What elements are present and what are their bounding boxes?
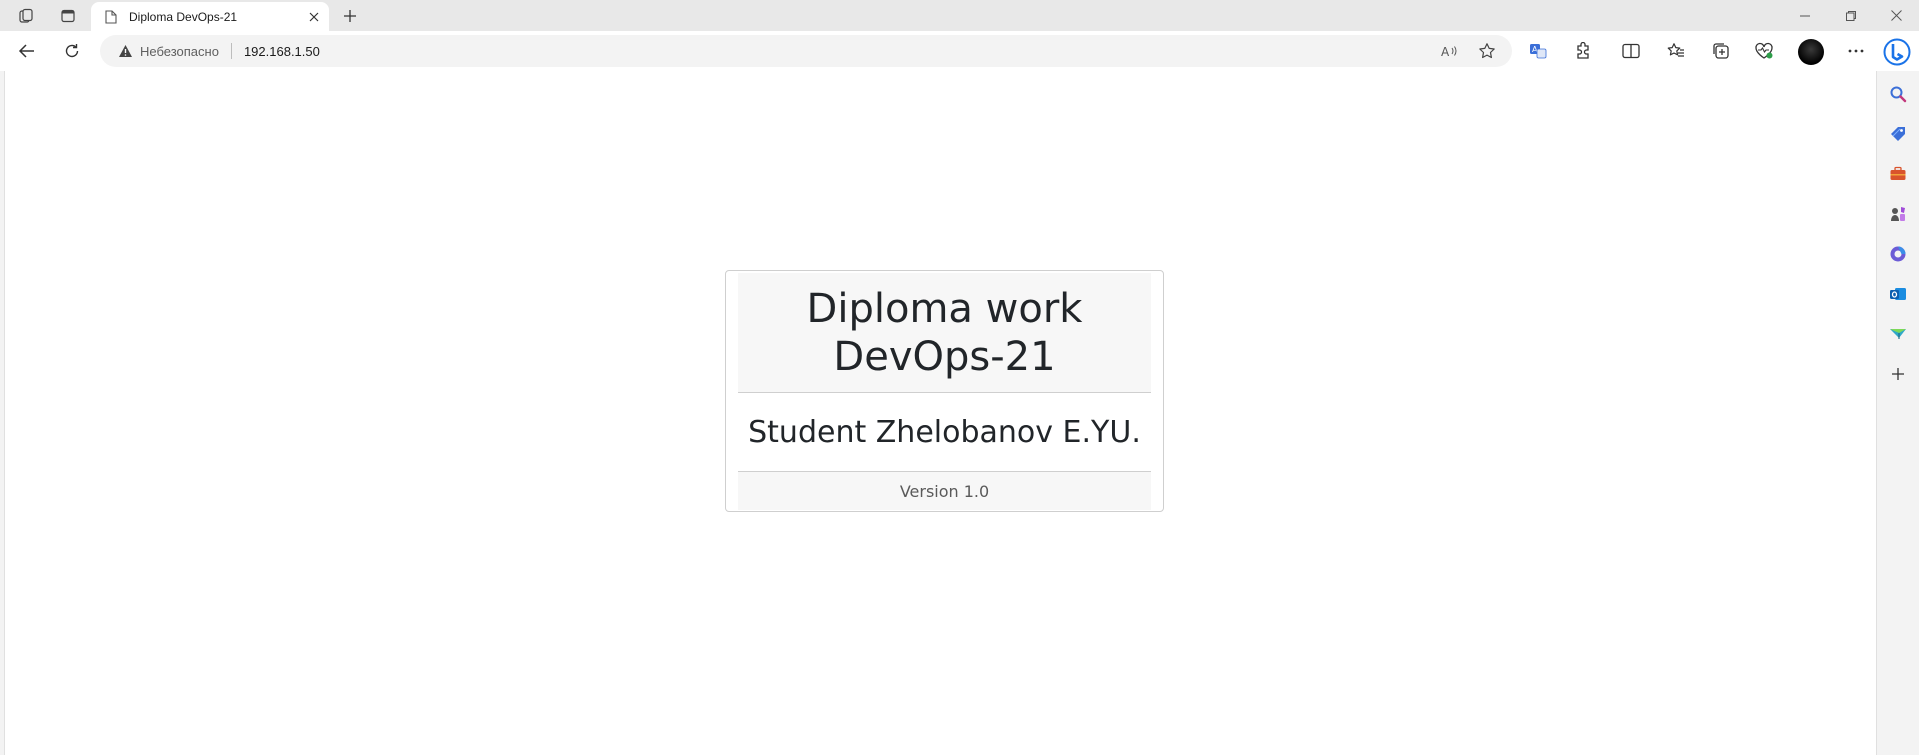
restore-icon[interactable]	[1828, 0, 1874, 31]
back-icon[interactable]	[12, 37, 42, 65]
search-icon[interactable]	[1884, 80, 1912, 108]
page-viewport: Diploma work DevOps-21 Student Zhelobano…	[4, 71, 1877, 755]
office-icon[interactable]	[1884, 240, 1912, 268]
page-title-line2: DevOps-21	[833, 333, 1056, 380]
profile-avatar[interactable]	[1798, 39, 1824, 65]
refresh-icon[interactable]	[57, 37, 87, 65]
minimize-icon[interactable]	[1782, 0, 1828, 31]
shopping-icon[interactable]	[1884, 120, 1912, 148]
browser-essentials-icon[interactable]	[1749, 37, 1779, 65]
split-screen-icon[interactable]	[1616, 37, 1646, 65]
url-text[interactable]: 192.168.1.50	[244, 44, 320, 59]
separator	[230, 43, 232, 59]
outlook-icon[interactable]	[1884, 280, 1912, 308]
tab-title: Diploma DevOps-21	[129, 10, 238, 24]
warning-icon[interactable]	[117, 43, 133, 59]
card-footer: Version 1.0	[738, 472, 1151, 510]
address-bar[interactable]: Небезопасно 192.168.1.50 A	[100, 35, 1512, 67]
copilot-icon[interactable]	[1882, 37, 1912, 67]
edge-sidebar	[1877, 71, 1919, 755]
translate-icon[interactable]: A	[1523, 37, 1553, 65]
diploma-card: Diploma work DevOps-21 Student Zhelobano…	[725, 270, 1164, 512]
active-tab[interactable]: Diploma DevOps-21	[91, 2, 329, 32]
browser-toolbar: Небезопасно 192.168.1.50 A A	[0, 31, 1919, 71]
card-body: Student Zhelobanov E.YU.	[738, 393, 1151, 472]
add-icon[interactable]	[1884, 360, 1912, 388]
svg-text:A: A	[1441, 45, 1450, 58]
card-header: Diploma work DevOps-21	[738, 273, 1151, 393]
workspaces-icon[interactable]	[13, 5, 39, 27]
games-icon[interactable]	[1884, 200, 1912, 228]
extensions-icon[interactable]	[1568, 37, 1598, 65]
tools-icon[interactable]	[1884, 160, 1912, 188]
collections-icon[interactable]	[1706, 37, 1736, 65]
student-name: Student Zhelobanov E.YU.	[748, 414, 1141, 450]
favorites-icon[interactable]	[1661, 37, 1691, 65]
tab-strip: Diploma DevOps-21	[0, 0, 1919, 32]
close-tab-icon[interactable]	[303, 6, 325, 28]
close-window-icon[interactable]	[1873, 0, 1919, 31]
version-label: Version 1.0	[899, 481, 990, 501]
drop-icon[interactable]	[1884, 320, 1912, 348]
more-icon[interactable]	[1841, 37, 1871, 65]
security-label[interactable]: Небезопасно	[140, 44, 219, 59]
read-aloud-icon[interactable]: A	[1439, 41, 1461, 61]
favorite-star-icon[interactable]	[1476, 41, 1498, 61]
page-title-line1: Diploma work	[806, 285, 1083, 332]
page-icon	[103, 9, 119, 25]
new-tab-button[interactable]	[337, 4, 363, 28]
tab-actions-icon[interactable]	[55, 5, 81, 27]
